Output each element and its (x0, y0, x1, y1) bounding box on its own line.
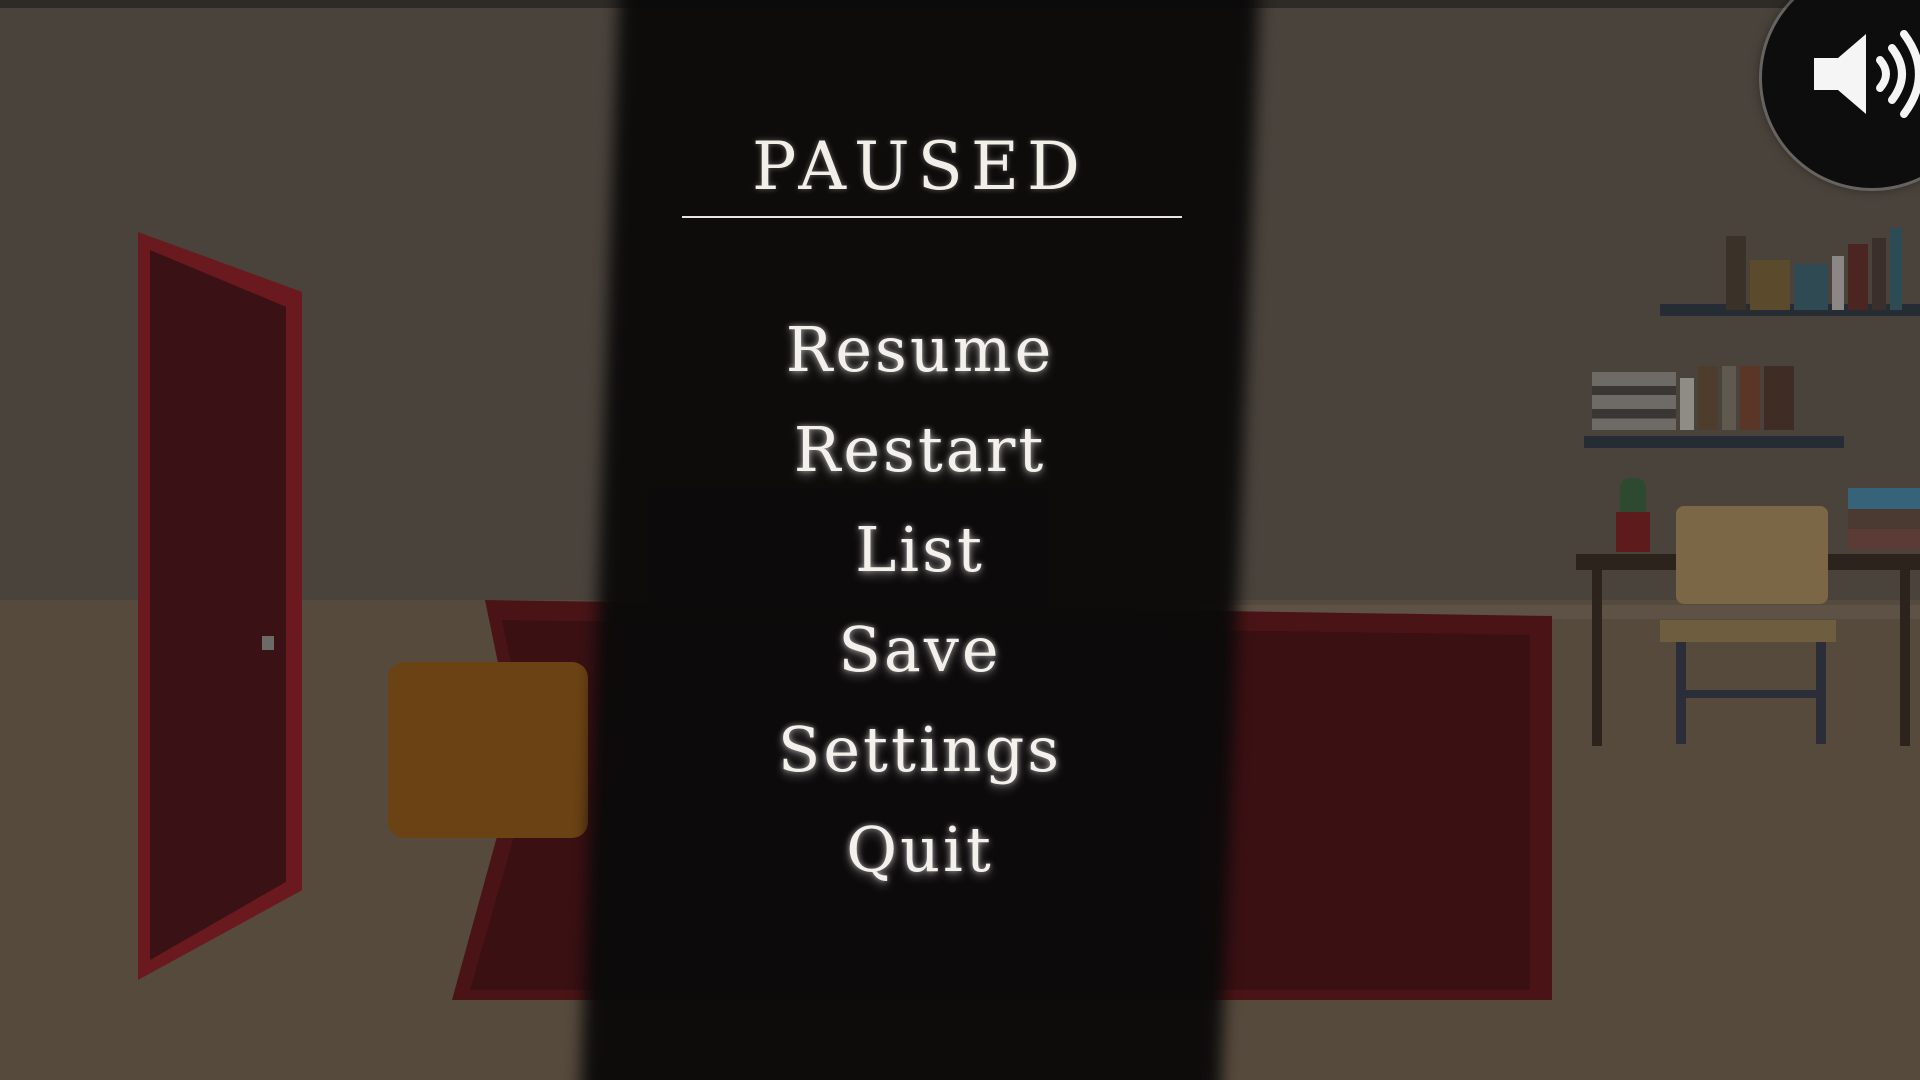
chair-back (1676, 506, 1828, 604)
door-knob (262, 636, 274, 650)
bed-pillow (388, 662, 588, 838)
book (1832, 256, 1844, 310)
pause-title: PAUSED (752, 128, 1088, 205)
plant-pot (1616, 512, 1650, 552)
speaker-volume-icon (1814, 30, 1920, 118)
book (1848, 244, 1868, 310)
door (150, 250, 286, 960)
book (1680, 378, 1694, 430)
book (1726, 236, 1746, 310)
restart-button[interactable]: Restart (620, 400, 1220, 500)
book (1750, 260, 1790, 310)
pause-menu-items: Resume Restart List Save Settings Quit (620, 300, 1220, 900)
chair-seat (1660, 620, 1836, 642)
title-divider (682, 216, 1182, 218)
book (1698, 366, 1718, 430)
list-button[interactable]: List (620, 500, 1220, 600)
potted-plant (1620, 478, 1646, 514)
desk-leg (1592, 570, 1602, 746)
books-upper-shelf (1726, 228, 1902, 310)
books-lower-shelf (1592, 366, 1794, 430)
book (1764, 366, 1794, 430)
game-scene: PAUSED Resume Restart List Save Settings… (0, 0, 1920, 1080)
settings-button[interactable]: Settings (620, 700, 1220, 800)
book (1794, 264, 1828, 310)
book (1722, 366, 1736, 430)
desk-leg (1900, 570, 1910, 746)
resume-button[interactable]: Resume (620, 300, 1220, 400)
book (1740, 366, 1760, 430)
book (1890, 228, 1902, 310)
quit-button[interactable]: Quit (620, 800, 1220, 900)
book (1592, 372, 1676, 430)
book (1872, 238, 1886, 310)
chair-crossbar (1676, 690, 1826, 698)
save-button[interactable]: Save (620, 600, 1220, 700)
wall-shelf-lower (1584, 436, 1844, 448)
desk-books (1848, 488, 1920, 550)
pause-menu: PAUSED Resume Restart List Save Settings… (620, 0, 1220, 1080)
